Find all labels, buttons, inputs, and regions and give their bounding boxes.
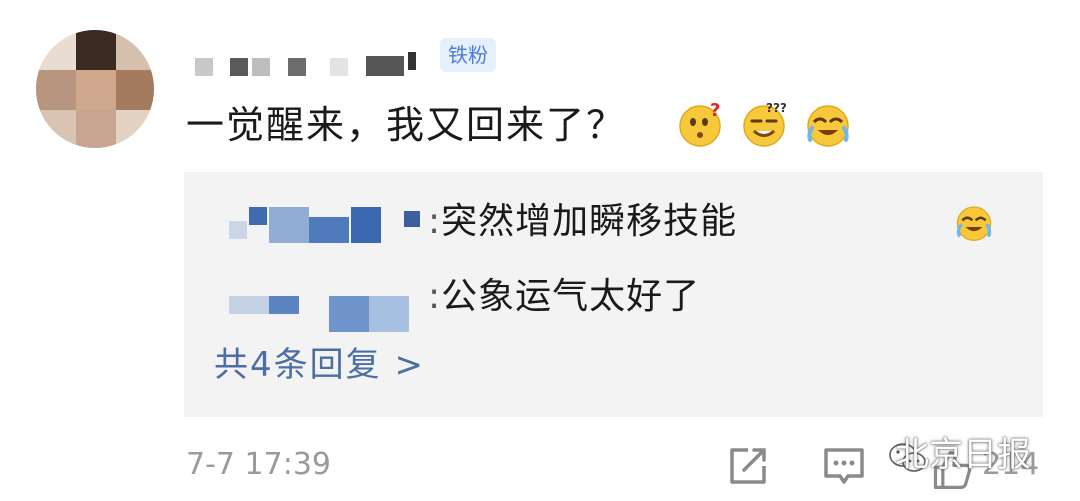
blur-block xyxy=(366,56,404,76)
avatar-pixel xyxy=(116,30,154,70)
dizzy-smile-emoji: ??? xyxy=(743,101,787,147)
avatar[interactable] xyxy=(36,30,154,148)
reply-content: :公象运气太好了 xyxy=(428,272,700,322)
svg-text:?: ? xyxy=(710,100,720,121)
reply-username-blurred xyxy=(229,207,429,247)
avatar-pixel xyxy=(76,70,116,110)
reply-username-blurred xyxy=(229,282,429,332)
blur-block xyxy=(230,58,248,76)
avatar-pixel xyxy=(76,110,116,148)
laugh-cry-emoji xyxy=(956,206,992,241)
blur-block xyxy=(369,296,409,332)
watermark-text: 北京日报 xyxy=(895,435,1031,475)
reply-colon: : xyxy=(428,201,442,242)
reply-item[interactable]: :公象运气太好了 xyxy=(184,272,1043,332)
blur-block xyxy=(408,52,416,70)
reply-text: 突然增加瞬移技能 xyxy=(441,201,738,242)
comment-card: 铁粉 一觉醒来，我又回来了？ ? ???:突然增加瞬移技能:公象运气太好了 … xyxy=(0,0,1080,501)
comment-timestamp: 7-7 17:39 xyxy=(186,447,331,482)
blur-block xyxy=(288,58,306,76)
view-more-replies-link[interactable]: 共4条回复 > xyxy=(214,340,425,390)
blur-block xyxy=(252,58,270,76)
blur-block xyxy=(330,58,348,76)
reply-colon: : xyxy=(428,276,442,317)
blur-block xyxy=(229,296,269,314)
reply-text: 公象运气太好了 xyxy=(441,276,701,317)
fan-badge: 铁粉 xyxy=(440,38,496,72)
blur-block xyxy=(404,211,420,227)
avatar-pixel xyxy=(36,30,76,70)
blur-block xyxy=(309,217,349,243)
avatar-pixel xyxy=(36,110,76,148)
blur-block xyxy=(329,296,369,332)
avatar-pixel xyxy=(116,110,154,148)
share-icon[interactable] xyxy=(724,442,772,490)
laugh-cry-emoji xyxy=(807,105,849,147)
avatar-pixel xyxy=(36,70,76,110)
comment-text: 一觉醒来，我又回来了？ xyxy=(186,103,627,147)
blur-block xyxy=(351,207,381,243)
blur-block xyxy=(249,207,267,225)
blur-block xyxy=(229,221,247,239)
blur-block xyxy=(195,58,213,76)
avatar-pixel xyxy=(116,70,154,110)
username-blurred[interactable] xyxy=(190,52,430,82)
reply-item[interactable]: :突然增加瞬移技能 xyxy=(184,197,1043,247)
reply-comment-icon[interactable] xyxy=(820,442,868,490)
reply-content: :突然增加瞬移技能 xyxy=(428,197,737,247)
avatar-pixel xyxy=(76,30,116,70)
thinking-question-emoji: ? xyxy=(679,100,721,147)
svg-text:???: ??? xyxy=(766,101,787,115)
blur-block xyxy=(269,207,309,243)
blur-block xyxy=(269,296,299,314)
